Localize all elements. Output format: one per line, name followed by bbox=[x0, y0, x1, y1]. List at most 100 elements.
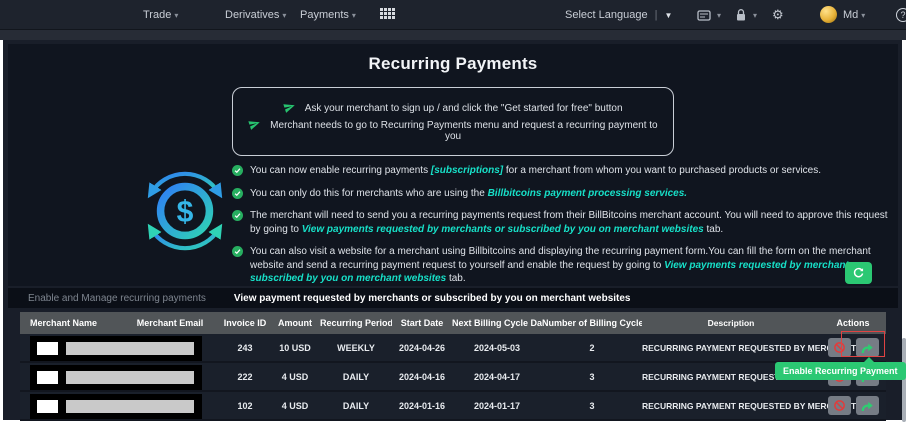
recurring-dollar-icon: $ bbox=[147, 171, 223, 251]
block-icon bbox=[833, 342, 845, 353]
callout-line: Ask your merchant to sign up / and click… bbox=[241, 101, 665, 114]
user-menu[interactable]: Md ▾ bbox=[843, 0, 865, 30]
bullet-pre: You can now enable recurring payments bbox=[250, 165, 431, 176]
bullet-item: You can only do this for merchants who a… bbox=[232, 187, 888, 201]
bullet-text: You can also visit a website for a merch… bbox=[250, 245, 888, 286]
cell-description: RECURRING PAYMENT REQUESTED BY MERCHANT bbox=[642, 400, 857, 411]
check-circle-icon bbox=[232, 187, 243, 199]
chevron-down-icon: ▾ bbox=[753, 10, 758, 20]
cancel-recurring-button[interactable] bbox=[827, 338, 851, 357]
enable-recurring-button[interactable] bbox=[855, 396, 879, 415]
recurring-payments-table: Merchant Name Merchant Email Invoice ID … bbox=[20, 312, 886, 421]
help-glyph: ? bbox=[900, 10, 906, 20]
chevron-down-icon: ▾ bbox=[174, 11, 179, 20]
cell-num-cycles: 2 bbox=[589, 342, 595, 353]
enable-arrow-icon bbox=[861, 401, 873, 411]
tab-view-requested[interactable]: View payment requested by merchants or s… bbox=[234, 293, 631, 304]
table-row: 102 4 USD DAILY 2024-01-16 2024-01-17 3 … bbox=[20, 392, 886, 421]
divider: | bbox=[654, 9, 658, 21]
cell-amount: 10 USD bbox=[279, 342, 311, 353]
col-merchant-name: Merchant Name bbox=[30, 318, 98, 328]
callout-line: Merchant needs to go to Recurring Paymen… bbox=[241, 118, 665, 142]
col-merchant-email: Merchant Email bbox=[136, 318, 204, 328]
table-row: 222 4 USD DAILY 2024-04-16 2024-04-17 3 … bbox=[20, 363, 886, 392]
nav-payments-label: Payments bbox=[300, 9, 349, 21]
col-recurring-period: Recurring Period bbox=[320, 318, 392, 328]
tooltip-enable-recurring-payment: Enable Recurring Payment bbox=[775, 357, 906, 380]
cell-next-billing: 2024-01-17 bbox=[473, 400, 521, 411]
cell-amount: 4 USD bbox=[281, 400, 309, 411]
main-content: Recurring Payments Ask your merchant to … bbox=[3, 40, 906, 421]
bullet-list: You can now enable recurring payments [s… bbox=[232, 164, 898, 295]
cell-recurring-period: WEEKLY bbox=[337, 342, 375, 353]
scrollbar-thumb[interactable] bbox=[902, 338, 906, 422]
subscriptions-link[interactable]: [subscriptions] bbox=[431, 165, 503, 176]
settings-button[interactable]: ⚙ bbox=[772, 7, 784, 23]
send-icon bbox=[283, 104, 296, 113]
dollar-glyph: $ bbox=[177, 195, 194, 228]
chevron-down-icon: ▾ bbox=[861, 11, 866, 20]
cell-invoice-id: 102 bbox=[237, 400, 253, 411]
user-avatar[interactable] bbox=[820, 6, 837, 23]
nav-trade[interactable]: Trade ▾ bbox=[143, 0, 178, 30]
info-section: $ You can now enable recurring payments … bbox=[8, 164, 898, 295]
help-icon[interactable]: ? bbox=[896, 8, 906, 22]
language-label: Select Language bbox=[565, 9, 648, 21]
tab-enable-manage[interactable]: Enable and Manage recurring payments bbox=[28, 293, 206, 304]
redacted-merchant-info bbox=[30, 336, 202, 361]
security-menu[interactable]: ▾ bbox=[735, 7, 757, 23]
block-icon bbox=[833, 400, 845, 411]
refresh-button[interactable] bbox=[845, 262, 872, 284]
bullet-item: You can also visit a website for a merch… bbox=[232, 245, 888, 286]
cell-actions bbox=[820, 338, 886, 357]
recurring-payments-panel: Recurring Payments Ask your merchant to … bbox=[8, 44, 898, 286]
user-name-label: Md bbox=[843, 9, 859, 21]
cell-recurring-period: DAILY bbox=[342, 400, 370, 411]
cell-num-cycles: 3 bbox=[589, 400, 595, 411]
col-next-billing: Next Billing Cycle Date bbox=[452, 318, 542, 328]
cell-amount: 4 USD bbox=[281, 371, 309, 382]
nav-trade-label: Trade bbox=[143, 9, 172, 21]
col-invoice-id: Invoice ID bbox=[223, 318, 267, 328]
bullet-pre: You can only do this for merchants who a… bbox=[250, 187, 488, 199]
instructions-callout: Ask your merchant to sign up / and click… bbox=[232, 87, 674, 156]
bullet-post: tab. bbox=[703, 223, 724, 235]
col-actions: Actions bbox=[836, 318, 870, 328]
cell-start-date: 2024-01-16 bbox=[398, 400, 446, 411]
cancel-recurring-button[interactable] bbox=[827, 396, 851, 415]
cell-invoice-id: 222 bbox=[237, 371, 253, 382]
top-navbar: Trade ▾ Derivatives ▾ Payments ▾ Select Lan… bbox=[0, 0, 906, 30]
callout-text: Ask your merchant to sign up / and click… bbox=[304, 103, 623, 114]
bullet-post: tab. bbox=[446, 273, 466, 284]
bullet-item: You can now enable recurring payments [s… bbox=[232, 164, 888, 178]
view-payments-link[interactable]: View payments requested by merchants or … bbox=[302, 224, 704, 235]
header-subband bbox=[0, 30, 906, 40]
wallet-menu[interactable]: ▾ bbox=[697, 7, 721, 23]
refresh-icon bbox=[853, 267, 864, 277]
language-selector[interactable]: Select Language | ▼ bbox=[565, 0, 672, 30]
nav-payments[interactable]: Payments ▾ bbox=[300, 0, 356, 30]
bullet-text: You can now enable recurring payments [s… bbox=[250, 164, 821, 178]
col-start-date: Start Date bbox=[400, 318, 444, 328]
tab-bar: Enable and Manage recurring payments Vie… bbox=[8, 288, 898, 308]
table-header: Merchant Name Merchant Email Invoice ID … bbox=[20, 312, 886, 334]
cell-start-date: 2024-04-16 bbox=[398, 371, 446, 382]
redacted-merchant-info bbox=[30, 365, 202, 390]
bullet-text: The merchant will need to send you a rec… bbox=[250, 209, 888, 236]
col-amount: Amount bbox=[278, 318, 312, 328]
cell-description: RECURRING PAYMENT REQUESTED BY MERCHANT bbox=[642, 342, 857, 353]
page-title: Recurring Payments bbox=[368, 54, 538, 73]
chevron-down-icon: ▾ bbox=[282, 11, 287, 20]
enable-recurring-button[interactable] bbox=[855, 338, 879, 357]
cell-num-cycles: 3 bbox=[589, 371, 595, 382]
check-circle-icon bbox=[232, 165, 243, 176]
payment-services-link[interactable]: Billbitcoins payment processing services… bbox=[488, 188, 688, 199]
cell-start-date: 2024-04-26 bbox=[398, 342, 446, 353]
nav-derivatives[interactable]: Derivatives ▾ bbox=[225, 0, 286, 30]
cycle-illustration-wrap: $ bbox=[8, 164, 232, 295]
bullet-text: You can only do this for merchants who a… bbox=[250, 187, 687, 201]
gear-icon: ⚙ bbox=[772, 7, 784, 22]
callout-text: Merchant needs to go to Recurring Paymen… bbox=[270, 120, 658, 142]
apps-grid-icon[interactable] bbox=[380, 8, 395, 19]
wallet-icon bbox=[697, 9, 711, 21]
